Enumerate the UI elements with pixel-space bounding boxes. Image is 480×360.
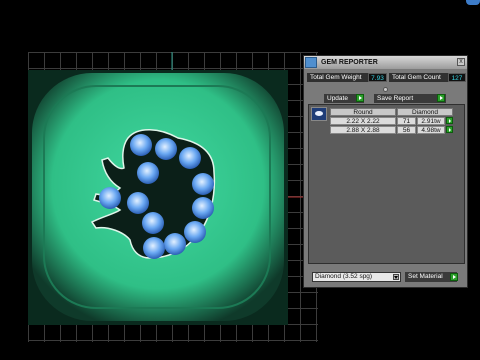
total-weight-value: 7.93 — [368, 73, 387, 82]
panel-title: GEM REPORTER — [321, 59, 378, 66]
set-material-play-arrow-icon[interactable] — [450, 273, 458, 281]
panel-resize-handle[interactable] — [383, 87, 388, 92]
diamond-gem-icon — [311, 107, 327, 121]
material-select[interactable]: Diamond (3.52 spg) — [312, 272, 401, 282]
total-count-value: 127 — [448, 73, 466, 82]
update-play-arrow-icon[interactable] — [356, 94, 364, 102]
row1-play-arrow-icon[interactable] — [446, 117, 453, 124]
gem-reporter-panel: GEM REPORTER x Total Gem Weight 7.93 Tot… — [303, 55, 468, 288]
row1-weight: 2.91tw — [417, 117, 445, 125]
dropdown-chevron-icon[interactable] — [393, 274, 399, 280]
material-select-value: Diamond (3.52 spg) — [315, 273, 373, 280]
save-report-button[interactable]: Save Report — [374, 94, 446, 103]
row1-count: 71 — [397, 117, 416, 125]
corner-toolbar-icon[interactable] — [466, 0, 480, 5]
save-report-play-arrow-icon[interactable] — [437, 94, 445, 102]
row2-weight: 4.98tw — [417, 126, 445, 134]
col-header-diamond: Diamond — [397, 108, 453, 116]
col-header-round: Round — [330, 108, 396, 116]
close-icon[interactable]: x — [457, 58, 465, 66]
gem-reporter-app-icon — [305, 57, 317, 68]
row2-count: 56 — [397, 126, 416, 134]
row2-size: 2.88 X 2.88 — [330, 126, 396, 134]
row1-size: 2.22 X 2.22 — [330, 117, 396, 125]
gem-table-area: Round Diamond 2.22 X 2.22 71 2.91tw 2.88… — [308, 104, 465, 264]
panel-titlebar[interactable]: GEM REPORTER x — [304, 56, 467, 69]
row2-play-arrow-icon[interactable] — [446, 126, 453, 133]
